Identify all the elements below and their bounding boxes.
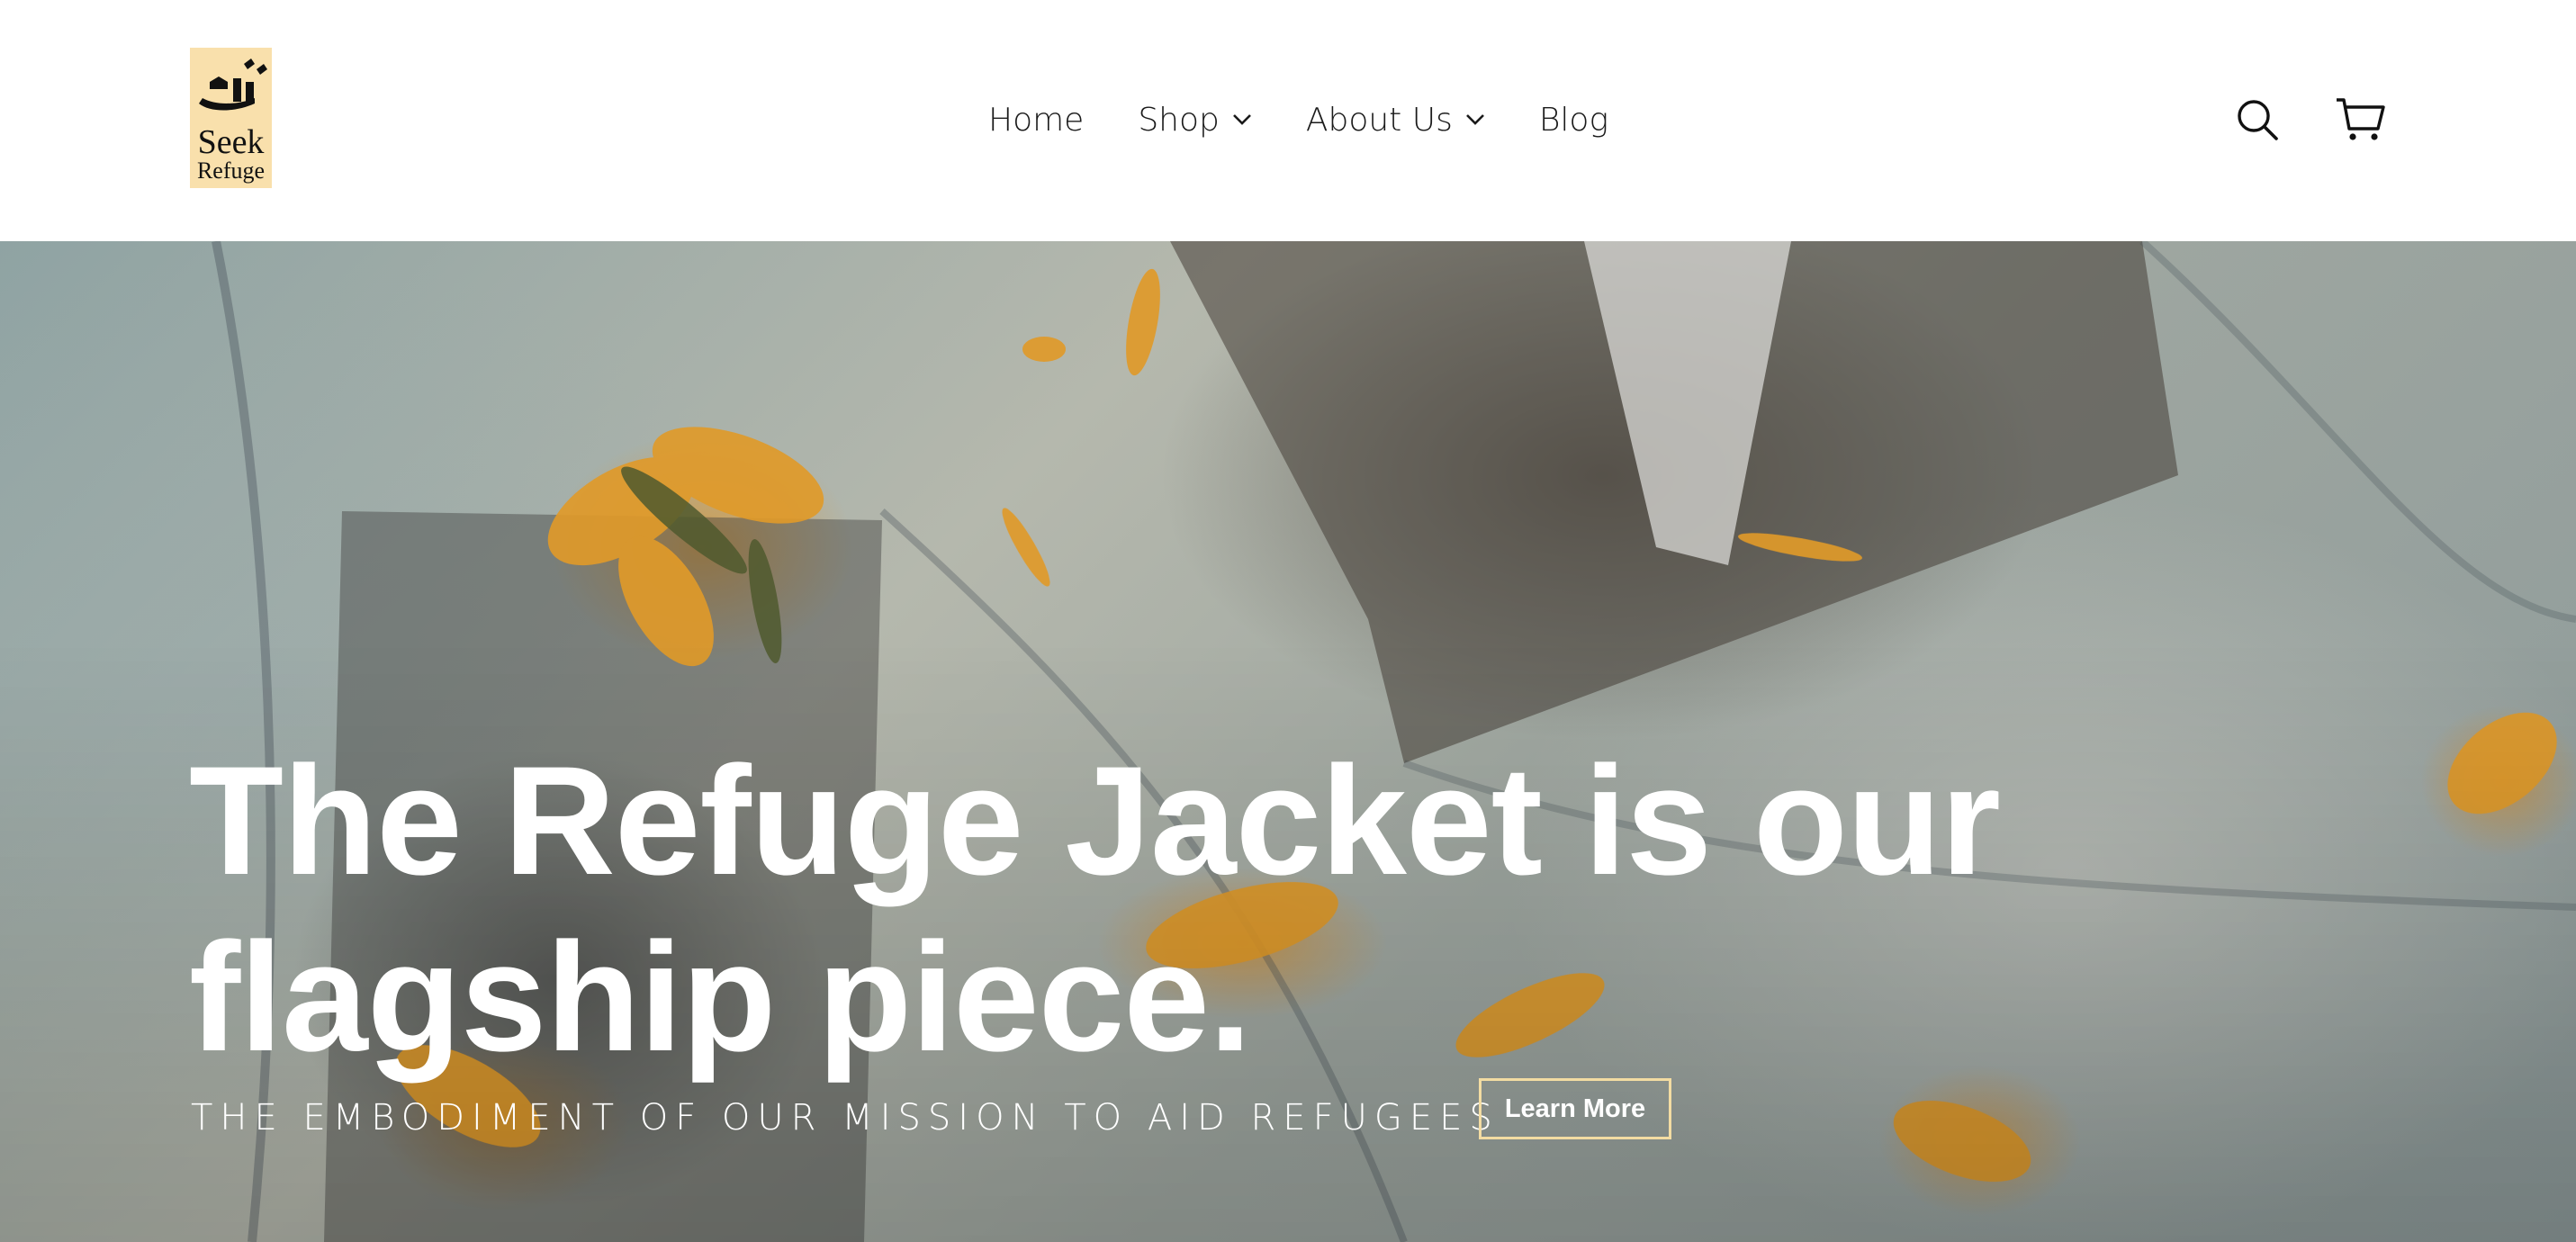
logo-calligraphy-mark [199, 58, 267, 111]
cart-icon [2337, 98, 2385, 140]
search-button[interactable] [2236, 98, 2279, 141]
nav-item-label: Blog [1538, 101, 1609, 139]
hero-title: The Refuge Jacket is our flagship piece. [189, 734, 2001, 1084]
hero-banner: The Refuge Jacket is our flagship piece.… [0, 241, 2576, 1242]
main-nav: Home Shop About Us Blog [988, 95, 1608, 144]
nav-item-home[interactable]: Home [988, 102, 1084, 139]
hero-subtitle: THE EMBODIMENT OF OUR MISSION TO AID REF… [191, 1097, 1500, 1138]
site-header: Seek Refuge Home Shop About Us Blog [0, 0, 2576, 241]
learn-more-button[interactable]: Learn More [1479, 1078, 1671, 1139]
brand-logo[interactable]: Seek Refuge [190, 48, 272, 188]
nav-item-blog[interactable]: Blog [1539, 102, 1608, 139]
logo-word-seek: Seek [197, 123, 265, 161]
nav-item-shop[interactable]: Shop [1138, 102, 1252, 139]
nav-item-about-us[interactable]: About Us [1306, 102, 1485, 139]
nav-item-label: Shop [1138, 101, 1220, 139]
cart-button[interactable] [2335, 96, 2385, 143]
nav-item-label: Home [988, 101, 1085, 139]
chevron-down-icon [1232, 114, 1251, 125]
nav-item-label: About Us [1305, 101, 1453, 139]
chevron-down-icon [1465, 114, 1484, 125]
logo-word-refuge: Refuge [196, 158, 266, 184]
search-icon [2238, 100, 2278, 140]
